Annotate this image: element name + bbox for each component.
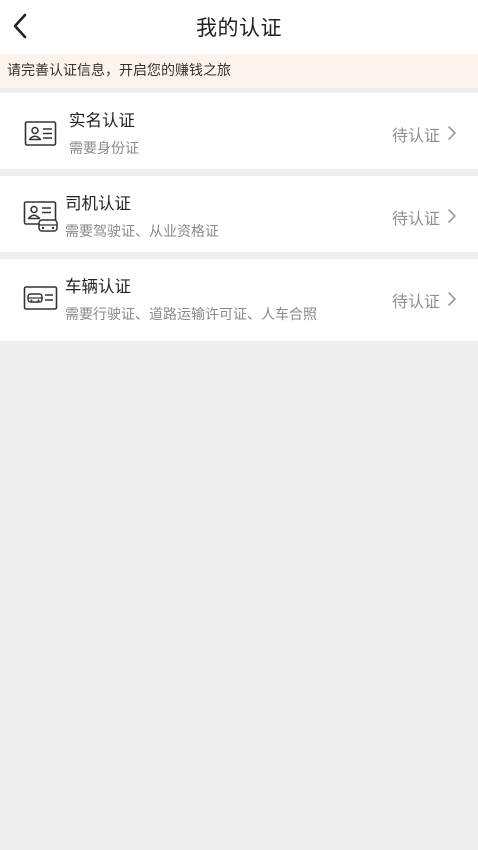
card-description: 需要驾驶证、从业资格证 (65, 224, 219, 240)
driver-license-icon (23, 201, 58, 232)
card-title: 司机认证 (65, 194, 131, 213)
empty-content-area (0, 342, 478, 850)
notice-banner: 请完善认证信息，开启您的赚钱之旅 (0, 54, 478, 88)
id-card-icon (24, 121, 57, 146)
page-title: 我的认证 (196, 16, 282, 40)
card-title: 实名认证 (69, 111, 135, 130)
chevron-right-icon (448, 209, 456, 223)
card-title: 车辆认证 (65, 277, 131, 296)
top-nav-bar: 我的认证 (0, 0, 478, 54)
status-label: 待认证 (391, 126, 440, 145)
card-realname-verification[interactable]: 实名认证 需要身份证 待认证 (0, 93, 478, 169)
chevron-right-icon (448, 292, 456, 306)
status-label: 待认证 (391, 292, 440, 311)
status-label: 待认证 (391, 209, 440, 228)
card-vehicle-verification[interactable]: 车辆认证 需要行驶证、道路运输许可证、人车合照 待认证 (0, 259, 478, 341)
card-description: 需要身份证 (69, 141, 139, 157)
vehicle-license-icon (23, 286, 58, 310)
card-driver-verification[interactable]: 司机认证 需要驾驶证、从业资格证 待认证 (0, 176, 478, 252)
chevron-right-icon (448, 126, 456, 140)
card-description: 需要行驶证、道路运输许可证、人车合照 (65, 307, 317, 323)
